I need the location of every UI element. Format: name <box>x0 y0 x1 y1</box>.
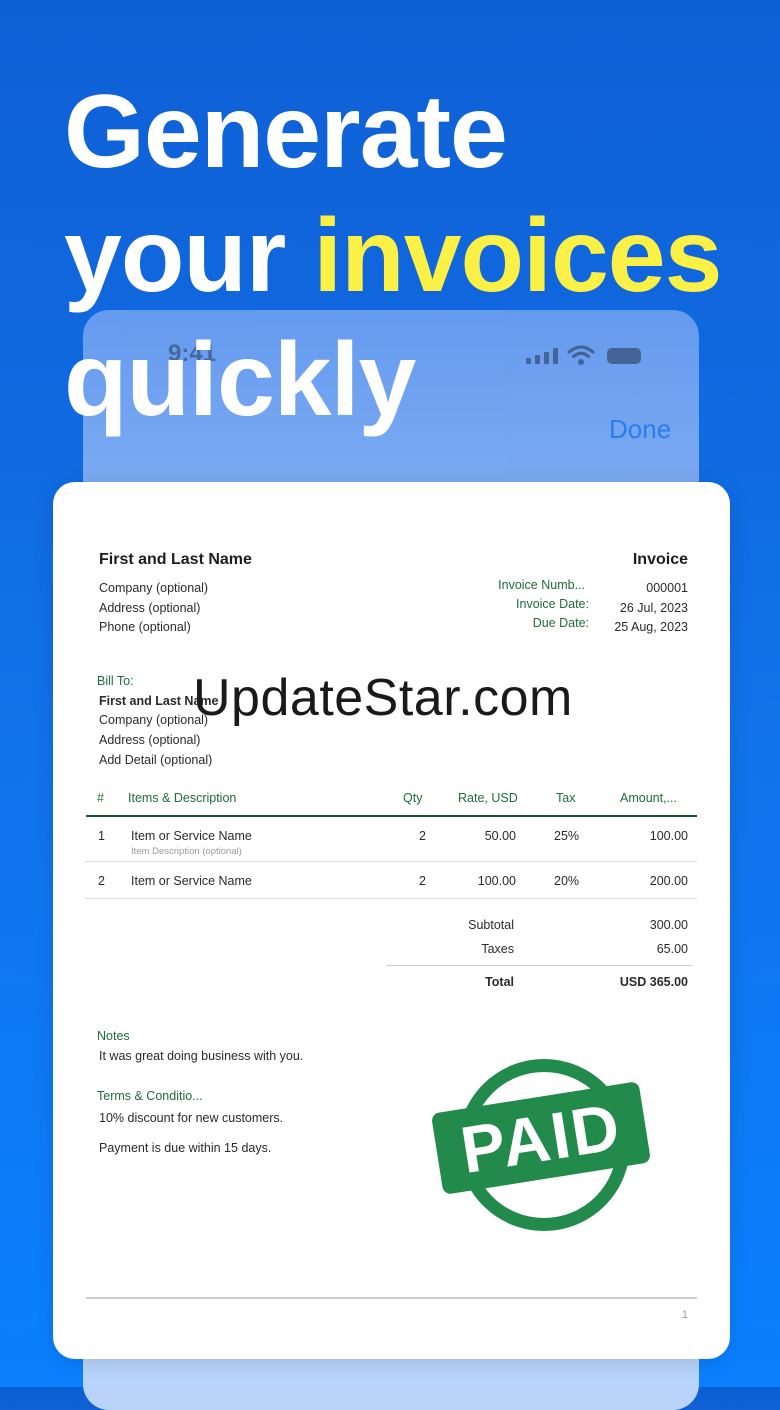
row-number: 1 <box>98 829 105 843</box>
row-item-description: Item Description (optional) <box>131 846 242 857</box>
headline-line-1: Generate <box>64 74 508 190</box>
notes-label: Notes <box>97 1029 130 1043</box>
bill-to-detail: Add Detail (optional) <box>99 753 213 767</box>
row-rate: 50.00 <box>484 829 516 843</box>
sender-company: Company (optional) <box>99 581 209 595</box>
total-label: Total <box>485 975 514 989</box>
footer-rule <box>86 1297 697 1299</box>
subtotal-label: Subtotal <box>468 918 514 932</box>
row-divider <box>86 861 697 862</box>
subtotal-value: 300.00 <box>649 918 688 932</box>
row-item-name: Item or Service Name <box>131 874 252 888</box>
notes-text: It was great doing business with you. <box>99 1049 304 1063</box>
col-qty: Qty <box>403 791 423 805</box>
terms-line-2: Payment is due within 15 days. <box>99 1141 272 1155</box>
invoice-date-value: 26 Jul, 2023 <box>619 601 688 615</box>
row-qty: 2 <box>419 874 426 888</box>
due-date-value: 25 Aug, 2023 <box>614 620 688 634</box>
row-item-name: Item or Service Name <box>131 829 252 843</box>
row-qty: 2 <box>419 829 426 843</box>
row-tax: 20% <box>554 874 580 888</box>
headline-line-2a: your <box>64 198 314 314</box>
bill-to-address: Address (optional) <box>99 733 201 747</box>
taxes-value: 65.00 <box>656 942 688 956</box>
table-header-rule <box>86 815 697 817</box>
terms-line-1: 10% discount for new customers. <box>99 1111 284 1125</box>
watermark-text: UpdateStar.com <box>193 669 573 727</box>
totals-rule <box>386 965 692 966</box>
taxes-label: Taxes <box>481 942 514 956</box>
bill-to-company: Company (optional) <box>99 713 209 727</box>
row-number: 2 <box>98 874 105 888</box>
row-amount: 100.00 <box>649 829 688 843</box>
row-rate: 100.00 <box>477 874 516 888</box>
due-date-label: Due Date: <box>532 616 589 630</box>
headline: Generate your invoices quickly <box>64 70 722 442</box>
col-amount: Amount,... <box>620 791 677 805</box>
invoice-number-label: Invoice Numb... <box>498 578 585 592</box>
sender-address: Address (optional) <box>99 601 201 615</box>
col-number: # <box>97 791 104 805</box>
invoice-date-label: Invoice Date: <box>516 597 589 611</box>
sender-name: First and Last Name <box>99 551 252 568</box>
row-tax: 25% <box>554 829 580 843</box>
col-items: Items & Description <box>128 791 237 805</box>
row-divider <box>86 898 697 899</box>
headline-highlight: invoices <box>313 198 722 314</box>
row-amount: 200.00 <box>649 874 688 888</box>
sender-phone: Phone (optional) <box>99 620 191 634</box>
invoice-title: Invoice <box>632 551 688 568</box>
terms-label: Terms & Conditio... <box>97 1089 203 1103</box>
col-tax: Tax <box>556 791 576 805</box>
col-rate: Rate, USD <box>458 791 518 805</box>
page-number: 1 <box>681 1309 688 1321</box>
headline-line-3: quickly <box>64 322 416 438</box>
total-value: USD 365.00 <box>619 975 688 989</box>
bill-to-label: Bill To: <box>97 674 134 688</box>
paid-stamp: PAID <box>430 1055 655 1235</box>
invoice-number-value: 000001 <box>646 581 688 595</box>
